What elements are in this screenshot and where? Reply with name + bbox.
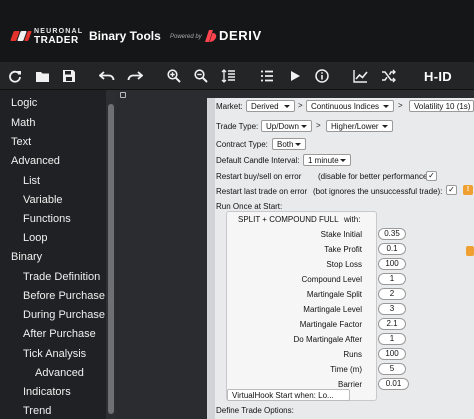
category-math[interactable]: Math: [11, 117, 35, 129]
category-text[interactable]: Text: [11, 136, 31, 148]
category-tick-analysis[interactable]: Tick Analysis: [23, 348, 86, 360]
param-martingale-factor-value[interactable]: 2.1: [378, 318, 406, 330]
market-dropdown[interactable]: Derived: [246, 100, 295, 112]
brand-line2: TRADER: [34, 35, 79, 46]
neuronal-trader-logo: NEURONAL TRADER: [10, 27, 83, 46]
shuffle-icon[interactable]: [379, 67, 397, 85]
category-indicators[interactable]: Indicators: [23, 386, 71, 398]
category-during-purchase[interactable]: During Purchase: [23, 309, 105, 321]
virtualhook-label: VirtualHook Start when:: [232, 391, 316, 400]
category-before-purchase[interactable]: Before Purchase: [23, 290, 105, 302]
toolbar: H-ID: [0, 62, 474, 90]
param-take-profit-label: Take Profit: [324, 245, 362, 254]
block-category-sidebar: Logic Math Text Advanced List Variable F…: [0, 90, 106, 419]
restart-last-trade-label: Restart last trade on error: [216, 187, 308, 196]
define-trade-options-label: Define Trade Options:: [216, 406, 294, 415]
top-header: NEURONAL TRADER Binary Tools Powered by …: [0, 0, 474, 62]
restart-last-trade-note: (bot ignores the unsuccessful trade):: [313, 187, 443, 196]
h-id-button[interactable]: H-ID: [424, 69, 452, 84]
category-functions[interactable]: Functions: [23, 213, 71, 225]
category-tick-advanced[interactable]: Advanced: [35, 367, 84, 379]
workspace-corner-icon: [120, 92, 126, 98]
chart-icon[interactable]: [351, 67, 369, 85]
symbol-dropdown[interactable]: Volatility 10 (1s) In: [409, 100, 474, 112]
deriv-mark-icon: [205, 29, 218, 42]
zoom-out-icon[interactable]: [192, 67, 210, 85]
folder-open-icon[interactable]: [33, 67, 51, 85]
category-list[interactable]: List: [23, 175, 40, 187]
param-martingale-factor-label: Martingale Factor: [299, 320, 362, 329]
trade-type-label: Trade Type:: [216, 122, 259, 131]
virtualhook-value[interactable]: Lo...: [318, 391, 334, 400]
trade-type-separator-icon: >: [316, 121, 321, 130]
save-icon[interactable]: [60, 67, 78, 85]
deriv-logo: DERIV: [205, 28, 262, 43]
param-runs-value[interactable]: 100: [378, 348, 406, 360]
param-martingale-level-value[interactable]: 3: [378, 303, 406, 315]
submarket-dropdown[interactable]: Continuous Indices: [306, 100, 394, 112]
powered-by-label: Powered by: [170, 34, 202, 40]
restart-last-trade-checkbox[interactable]: ✓: [446, 185, 457, 195]
category-advanced[interactable]: Advanced: [11, 155, 60, 167]
trade-type-category-dropdown[interactable]: Up/Down: [261, 120, 312, 132]
param-martingale-after-label: Do Martingale After: [293, 335, 362, 344]
market-label: Market:: [216, 102, 243, 111]
param-barrier-label: Barrier: [337, 380, 362, 389]
market-separator-icon: >: [298, 101, 303, 110]
category-logic[interactable]: Logic: [11, 97, 37, 109]
deriv-logo-text: DERIV: [219, 28, 262, 43]
category-variable[interactable]: Variable: [23, 194, 63, 206]
app-title: Binary Tools: [89, 29, 161, 43]
param-martingale-after-value[interactable]: 1: [378, 333, 406, 345]
param-martingale-split-label: Martingale Split: [306, 290, 362, 299]
virtualhook-row[interactable]: VirtualHook Start when: Lo...: [227, 389, 350, 401]
list-icon[interactable]: [258, 67, 276, 85]
trade-parameters-block-edge: [207, 98, 215, 419]
info-icon[interactable]: [313, 67, 331, 85]
param-stop-loss-value[interactable]: 100: [378, 258, 406, 270]
trade-type-dropdown[interactable]: Higher/Lower: [326, 120, 393, 132]
candle-interval-label: Default Candle Interval:: [216, 156, 300, 165]
contract-type-dropdown[interactable]: Both: [272, 138, 306, 150]
param-martingale-split-value[interactable]: 2: [378, 288, 406, 300]
candle-interval-dropdown[interactable]: 1 minute: [303, 154, 351, 166]
contract-type-label: Contract Type:: [216, 140, 268, 149]
param-stake-initial-label: Stake Initial: [320, 230, 362, 239]
param-stake-initial-value[interactable]: 0.35: [378, 228, 406, 240]
symbol-separator-icon: >: [398, 101, 403, 110]
redo-icon[interactable]: [126, 67, 144, 85]
category-trade-definition[interactable]: Trade Definition: [23, 271, 100, 283]
strategy-title: SPLIT + COMPOUND FULL: [238, 215, 339, 224]
category-after-purchase[interactable]: After Purchase: [23, 328, 96, 340]
restart-on-error-checkbox[interactable]: ✓: [426, 171, 437, 181]
reset-icon[interactable]: [6, 67, 24, 85]
zoom-in-icon[interactable]: [165, 67, 183, 85]
sidebar-scrollbar-thumb[interactable]: [108, 104, 114, 414]
sort-icon[interactable]: [219, 67, 237, 85]
category-binary[interactable]: Binary: [11, 251, 42, 263]
run-once-label: Run Once at Start:: [216, 202, 283, 211]
param-take-profit-value[interactable]: 0.1: [378, 243, 406, 255]
category-trend[interactable]: Trend: [23, 405, 51, 417]
restart-on-error-note: (disable for better performance):: [318, 172, 433, 181]
strategy-with-label: with:: [344, 215, 361, 224]
param-stop-loss-label: Stop Loss: [326, 260, 362, 269]
brand-mark-icon: [10, 29, 32, 43]
param-compound-level-value[interactable]: 1: [378, 273, 406, 285]
restart-on-error-label: Restart buy/sell on error: [216, 172, 302, 181]
param-barrier-value[interactable]: 0.01: [378, 378, 409, 390]
param-compound-level-label: Compound Level: [301, 275, 362, 284]
warning-icon[interactable]: !: [463, 185, 473, 195]
undo-icon[interactable]: [98, 67, 116, 85]
param-runs-label: Runs: [343, 350, 362, 359]
workspace-scroll-handle[interactable]: [466, 246, 474, 256]
category-loop[interactable]: Loop: [23, 232, 47, 244]
play-icon[interactable]: [286, 67, 304, 85]
param-time-value[interactable]: 5: [378, 363, 406, 375]
param-time-label: Time (m): [330, 365, 362, 374]
param-martingale-level-label: Martingale Level: [303, 305, 362, 314]
